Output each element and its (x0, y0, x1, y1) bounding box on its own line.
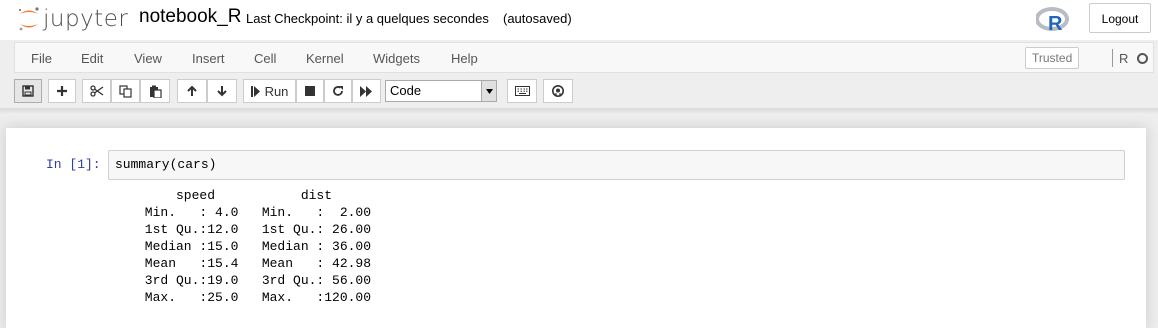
menu-edit[interactable]: Edit (81, 51, 103, 66)
paste-button[interactable] (140, 79, 170, 103)
github-icon (552, 85, 564, 97)
header: jupyter notebook_R Last Checkpoint: il y… (0, 0, 1158, 40)
arrow-up-icon (187, 85, 197, 96)
interrupt-button[interactable] (296, 79, 324, 103)
code-cell-input[interactable]: summary(cars) (108, 150, 1125, 180)
floppy-icon (22, 85, 34, 97)
jupyter-logo[interactable]: jupyter (17, 5, 128, 33)
cell-type-select[interactable]: Code (385, 80, 497, 102)
logout-button[interactable]: Logout (1089, 3, 1151, 33)
paste-icon (149, 85, 162, 98)
menu-help[interactable]: Help (451, 51, 478, 66)
github-button[interactable] (543, 79, 573, 103)
run-button[interactable]: Run (243, 79, 296, 103)
step-forward-icon (250, 85, 260, 97)
toolbar: Run Code (0, 78, 1158, 108)
run-label: Run (264, 83, 289, 99)
insert-cell-button[interactable] (48, 79, 76, 103)
restart-run-all-button[interactable] (352, 79, 381, 103)
input-prompt: In [1]: (46, 157, 101, 172)
trusted-indicator[interactable]: Trusted (1025, 47, 1080, 69)
cut-button[interactable] (82, 79, 111, 103)
checkpoint-status: Last Checkpoint: il y a quelques seconde… (246, 11, 489, 26)
r-kernel-logo-icon: R (1035, 6, 1070, 35)
move-up-button[interactable] (177, 79, 207, 103)
arrow-down-icon (217, 86, 227, 97)
autosave-status: (autosaved) (503, 11, 572, 26)
cell-output: speed dist Min. : 4.0 Min. : 2.00 1st Qu… (144, 188, 372, 305)
scissors-icon (89, 85, 103, 97)
jupyter-logo-text: jupyter (43, 6, 129, 32)
jupyter-logo-icon (17, 5, 41, 33)
kernel-divider (1112, 49, 1113, 67)
menu-view[interactable]: View (134, 51, 162, 66)
header-shadow (0, 108, 1158, 114)
copy-button[interactable] (111, 79, 140, 103)
command-palette-button[interactable] (507, 79, 537, 103)
cell-source[interactable]: summary(cars) (115, 157, 216, 172)
move-down-button[interactable] (207, 79, 237, 103)
menubar: File Edit View Insert Cell Kernel Widget… (14, 42, 1154, 73)
keyboard-icon (514, 86, 530, 96)
chevron-down-icon (481, 81, 496, 101)
svg-text:R: R (1048, 13, 1063, 34)
menu-widgets[interactable]: Widgets (373, 51, 420, 66)
stop-icon (305, 86, 315, 96)
menu-cell[interactable]: Cell (254, 51, 276, 66)
menu-file[interactable]: File (31, 51, 52, 66)
menu-kernel[interactable]: Kernel (306, 51, 344, 66)
save-button[interactable] (14, 79, 42, 103)
notebook-name[interactable]: notebook_R (139, 6, 241, 28)
refresh-icon (333, 86, 343, 96)
kernel-name: R (1119, 51, 1129, 66)
menu-insert[interactable]: Insert (192, 51, 225, 66)
fast-forward-icon (360, 85, 372, 97)
restart-button[interactable] (324, 79, 352, 103)
copy-icon (119, 84, 132, 98)
kernel-idle-icon (1137, 53, 1148, 64)
plus-icon (57, 86, 67, 96)
cell-type-value: Code (390, 83, 422, 98)
